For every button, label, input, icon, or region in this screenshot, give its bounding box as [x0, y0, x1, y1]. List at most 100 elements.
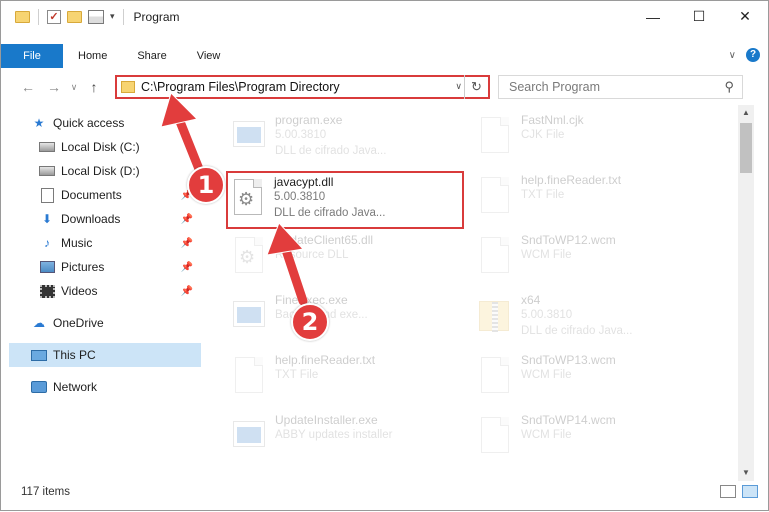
sidebar-item-local-disk-d[interactable]: Local Disk (D:)	[39, 159, 201, 183]
sidebar-item-videos[interactable]: Videos 📌	[39, 279, 201, 303]
executable-icon	[229, 295, 269, 339]
window-title: Program	[133, 9, 180, 24]
address-path[interactable]: C:\Program Files\Program Directory	[141, 80, 340, 94]
address-bar[interactable]: C:\Program Files\Program Directory ∨ ↻	[115, 75, 490, 99]
large-icons-view-icon[interactable]	[742, 485, 758, 498]
file-name: UpdateInstaller.exe	[275, 413, 378, 427]
sidebar-item-local-disk-c[interactable]: Local Disk (C:)	[39, 135, 201, 159]
tab-file[interactable]: File	[1, 44, 63, 68]
step-1-badge: 1	[187, 166, 225, 204]
pin-icon[interactable]: 📌	[181, 262, 193, 273]
sidebar-item-label: Network	[53, 380, 98, 394]
folder-icon[interactable]	[15, 10, 30, 23]
search-input[interactable]: Search Program ⚲	[498, 75, 743, 99]
sidebar-item-quick-access[interactable]: ★ Quick access	[31, 111, 201, 135]
sidebar-item-pictures[interactable]: Pictures 📌	[39, 255, 201, 279]
sidebar-item-label: Videos	[61, 284, 98, 298]
toolbar-divider	[122, 8, 124, 25]
minimize-button[interactable]: —	[630, 1, 676, 32]
file-item[interactable]: ⚙ UpdateClient65.dll Resource DLL	[229, 233, 469, 283]
file-description: DLL de cifrado Java...	[275, 145, 387, 157]
expand-ribbon-icon[interactable]: ∨	[729, 50, 736, 61]
tab-home[interactable]: Home	[63, 44, 122, 68]
file-item[interactable]: UpdateInstaller.exe ABBY updates installe…	[229, 413, 469, 463]
back-button[interactable]: ←	[15, 79, 41, 95]
scroll-thumb[interactable]	[740, 123, 752, 173]
file-version: 5.00.3810	[521, 309, 573, 321]
explorer-window: ✓ ▾ Program — ☐ ✕ File Home Share View ∨…	[0, 0, 769, 511]
pin-icon[interactable]: 📌	[181, 238, 193, 249]
sidebar-item-label: Local Disk (C:)	[61, 140, 140, 154]
vertical-scrollbar[interactable]: ▲ ▼	[738, 105, 754, 481]
file-item[interactable]: SndToWP14.wcm WCM File	[475, 413, 715, 463]
text-file-icon	[475, 355, 515, 399]
close-button[interactable]: ✕	[722, 1, 768, 32]
highlighted-file-javacypt[interactable]: ⚙ javacypt.dll 5.00.3810 DLL de cifrado Ja…	[226, 171, 464, 229]
file-list: program.exe 5.00.3810 DLL de cifrado Java.…	[221, 105, 736, 481]
toolbar-divider	[38, 8, 39, 25]
status-bar: 117 items	[1, 481, 768, 503]
ribbon-tabs: File Home Share View ∨ ?	[1, 44, 768, 68]
address-dropdown-icon[interactable]: ∨	[455, 81, 462, 92]
file-item[interactable]: FineExec.exeBackground exe...	[229, 293, 469, 343]
help-icon[interactable]: ?	[746, 48, 760, 62]
file-item[interactable]: FastNml.cjk CJK File	[475, 113, 715, 163]
sidebar-item-music[interactable]: ♪ Music 📌	[39, 231, 201, 255]
sidebar-item-label: Local Disk (D:)	[61, 164, 140, 178]
file-name: program.exe	[275, 113, 343, 127]
file-item[interactable]: x64 5.00.3810 DLL de cifrado Java...	[475, 293, 715, 343]
sidebar-item-label: Quick access	[53, 116, 125, 130]
file-item[interactable]: help.fineReader.txt TXT File	[229, 353, 469, 403]
customize-toolbar-dropdown-icon[interactable]: ▾	[110, 11, 115, 22]
details-view-icon[interactable]	[720, 485, 736, 498]
maximize-button[interactable]: ☐	[676, 1, 722, 32]
sidebar-item-network[interactable]: Network	[31, 375, 201, 399]
sidebar-item-label: Documents	[61, 188, 122, 202]
file-description: DLL de cifrado Java...	[274, 207, 386, 219]
scroll-up-icon[interactable]: ▲	[738, 105, 754, 121]
sidebar-item-onedrive[interactable]: ☁ OneDrive	[31, 311, 201, 335]
file-item[interactable]: program.exe 5.00.3810 DLL de cifrado Java.…	[229, 113, 469, 163]
cloud-icon: ☁	[33, 316, 45, 330]
pin-icon[interactable]: 📌	[181, 214, 193, 225]
zip-folder-icon	[475, 295, 515, 339]
file-name: FineExec.exe	[275, 293, 348, 307]
dll-gear-icon: ⚙	[228, 177, 268, 221]
step-2-badge: 2	[291, 303, 329, 341]
sidebar-item-this-pc[interactable]: This PC	[9, 343, 201, 367]
sidebar-item-downloads[interactable]: ⬇ Downloads 📌	[39, 207, 201, 231]
file-name: help.fineReader.txt	[521, 173, 622, 187]
sidebar-item-documents[interactable]: Documents 📌	[39, 183, 201, 207]
navigation-bar: ← → ∨ ↑ C:\Program Files\Program Directo…	[1, 73, 768, 101]
forward-button[interactable]: →	[41, 79, 67, 95]
dll-gear-icon: ⚙	[229, 235, 269, 279]
up-button[interactable]: ↑	[81, 79, 107, 95]
recent-locations-dropdown[interactable]: ∨	[67, 82, 81, 93]
tab-share[interactable]: Share	[122, 44, 181, 68]
refresh-button[interactable]: ↻	[464, 75, 488, 99]
view-toggles	[720, 485, 758, 498]
pin-icon[interactable]: 📌	[181, 286, 193, 297]
scroll-down-icon[interactable]: ▼	[738, 465, 754, 481]
file-name: SndToWP13.wcm	[521, 353, 616, 367]
file-type: Resource DLL	[275, 249, 349, 261]
new-folder-icon[interactable]	[67, 10, 82, 23]
file-type: WCM File	[521, 429, 572, 441]
text-file-icon	[475, 415, 515, 459]
ribbon-right-controls: ∨ ?	[729, 48, 760, 62]
download-icon: ⬇	[41, 212, 53, 226]
tab-view[interactable]: View	[182, 44, 236, 68]
file-item[interactable]: help.fineReader.txt TXT File	[475, 173, 715, 223]
file-item[interactable]: SndToWP13.wcm WCM File	[475, 353, 715, 403]
music-icon: ♪	[44, 236, 50, 250]
search-icon[interactable]: ⚲	[724, 79, 734, 95]
text-file-icon	[475, 115, 515, 159]
executable-icon	[229, 115, 269, 159]
file-name: javacypt.dll	[274, 175, 334, 189]
file-version: 5.00.3810	[274, 191, 326, 203]
properties-icon[interactable]	[88, 9, 104, 24]
file-item[interactable]: SndToWP12.wcm WCM File	[475, 233, 715, 283]
file-item[interactable]: ⚙ javacypt.dll 5.00.3810 DLL de cifrado Ja…	[228, 175, 468, 225]
properties-check-icon[interactable]: ✓	[47, 9, 61, 24]
text-file-icon	[475, 175, 515, 219]
